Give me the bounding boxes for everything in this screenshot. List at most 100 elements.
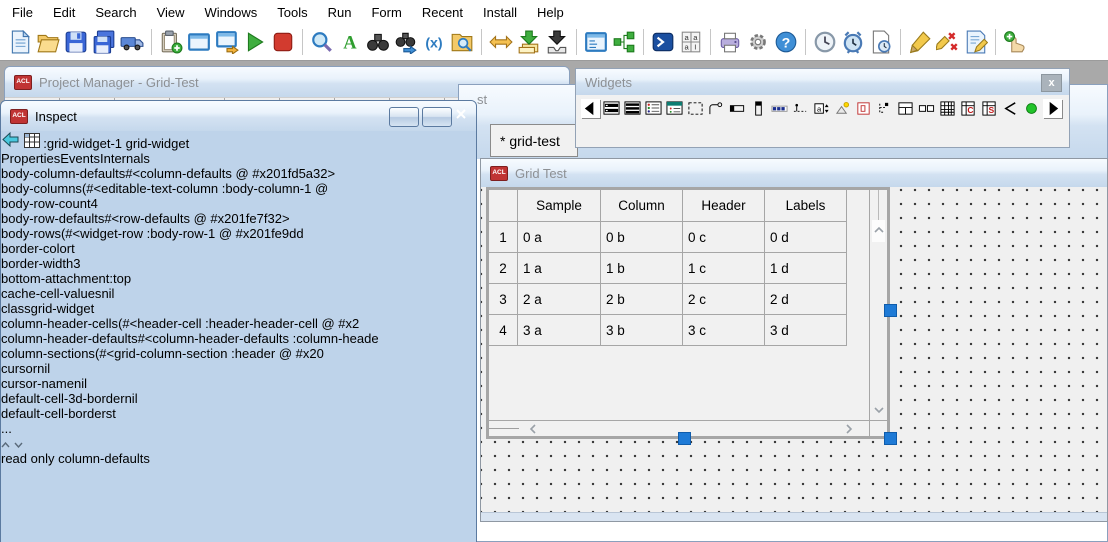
property-name[interactable]: border-color [1,241,71,256]
grid-cell[interactable]: 0 a [518,222,601,253]
clone-form-button[interactable] [213,28,241,56]
property-value[interactable]: nil [125,391,138,406]
grid-cell[interactable]: 1 d [765,253,847,284]
alarm-button[interactable] [839,28,867,56]
progress-indicator-icon[interactable] [770,99,789,118]
property-name[interactable]: cursor [1,361,37,376]
radio-lamp-icon[interactable] [1022,99,1041,118]
property-value[interactable]: (#<editable-text-column :body-column-1 @ [82,181,328,196]
find-symbol-button[interactable]: (x) [420,28,448,56]
grid-row-header[interactable]: 4 [489,315,518,346]
menu-tools[interactable]: Tools [267,2,317,23]
property-row[interactable]: default-cell-3d-bordernil [1,391,476,406]
grid-cell[interactable]: 3 b [601,315,683,346]
tab-events[interactable]: Events [60,151,100,166]
menu-search[interactable]: Search [85,2,146,23]
edit-remove-button[interactable] [934,28,962,56]
property-value[interactable]: (#<widget-row :body-row-1 @ #x201fe9dd [61,226,304,241]
ellipsis-button[interactable]: ... [1,421,12,436]
selection-handle-bottom[interactable] [678,432,691,445]
comparison-icon[interactable] [1001,99,1020,118]
property-row[interactable]: default-cell-borderst [1,406,476,421]
object-selector-combobox[interactable]: :grid-widget-1 grid-widget [24,136,190,151]
property-value[interactable]: t [71,241,75,256]
options-button[interactable] [744,28,772,56]
tab-internals[interactable]: Internals [100,151,150,166]
font-button[interactable]: A [336,28,364,56]
save-all-button[interactable] [90,28,118,56]
class-browser-button[interactable] [610,28,638,56]
group-box-icon[interactable] [686,99,705,118]
menu-recent[interactable]: Recent [412,2,473,23]
property-value[interactable]: nil [37,361,50,376]
grid-cell[interactable]: 3 d [765,315,847,346]
grid-cell[interactable]: 1 c [683,253,765,284]
grid-cell[interactable]: 2 a [518,284,601,315]
search-button[interactable] [364,28,392,56]
deliver-button[interactable] [118,28,146,56]
add-hand-button[interactable] [1001,28,1029,56]
paste-new-form-button[interactable] [157,28,185,56]
print-button[interactable] [716,28,744,56]
property-value[interactable]: grid-widget [31,301,95,316]
scroll-up-button[interactable] [1,436,14,451]
property-name[interactable]: class [1,301,31,316]
save-button[interactable] [62,28,90,56]
grid-row-header[interactable]: 1 [489,222,518,253]
property-row[interactable]: border-colort [1,241,476,256]
close-button[interactable] [455,107,467,127]
edit-form-button[interactable] [962,28,990,56]
maximize-button[interactable] [422,107,452,127]
grid-cell[interactable]: 2 b [601,284,683,315]
chevron-left-icon[interactable] [527,423,539,435]
grid-cell[interactable]: 0 b [601,222,683,253]
grid-cell[interactable]: 0 c [683,222,765,253]
grid-header-icon[interactable] [665,99,684,118]
property-value[interactable]: #<column-header-defaults :column-heade [138,331,379,346]
menu-form[interactable]: Form [361,2,411,23]
grid-column-header[interactable]: Header [683,190,765,222]
split-window-icon[interactable] [896,99,915,118]
grid-row-header[interactable]: 3 [489,284,518,315]
grid-cell[interactable]: 2 c [683,284,765,315]
grid-test-titlebar[interactable]: ACL Grid Test [481,159,1107,187]
new-form-button[interactable] [185,28,213,56]
lamp-icon[interactable] [833,99,852,118]
property-value[interactable]: (#<grid-column-section :header @ #x20 [95,346,324,361]
grid-column-header[interactable]: Labels [765,190,847,222]
menu-install[interactable]: Install [473,2,527,23]
property-row[interactable]: body-column-defaults#<column-defaults @ … [1,166,476,181]
chevron-down-icon[interactable] [873,404,885,416]
property-row[interactable]: classgrid-widget [1,301,476,316]
property-name[interactable]: body-columns [1,181,82,196]
grid-column-header[interactable]: Sample [518,190,601,222]
trackbar-icon[interactable] [791,99,810,118]
window-tree-button[interactable] [582,28,610,56]
list-view-icon[interactable] [602,99,621,118]
property-name[interactable]: cursor-name [1,376,74,391]
property-value[interactable]: #<column-defaults @ #x201fd5a32> [125,166,335,181]
property-name[interactable]: body-row-defaults [1,211,104,226]
property-row[interactable]: border-width3 [1,256,476,271]
widgets-titlebar[interactable]: Widgets [576,69,1069,95]
property-row[interactable]: cursornil [1,361,476,376]
property-row[interactable]: cache-cell-valuesnil [1,286,476,301]
property-row[interactable]: body-rows(#<widget-row :body-row-1 @ #x2… [1,226,476,241]
selection-handle-corner[interactable] [884,432,897,445]
table-icon[interactable] [938,99,957,118]
console-button[interactable] [649,28,677,56]
open-folder-button[interactable] [34,28,62,56]
property-row[interactable]: body-columns(#<editable-text-column :bod… [1,181,476,196]
grid-widget[interactable]: SampleColumnHeaderLabels10 a0 b0 c0 d21 … [486,187,890,439]
chevron-right-icon[interactable] [843,423,855,435]
property-value[interactable]: nil [101,286,114,301]
property-row[interactable]: body-row-defaults#<row-defaults @ #x201f… [1,211,476,226]
widgets-close-button[interactable]: x [1041,74,1062,92]
grid-cell[interactable]: 1 b [601,253,683,284]
import-button[interactable] [515,28,543,56]
run-button[interactable] [241,28,269,56]
up-down-control-icon[interactable]: a [812,99,831,118]
menu-windows[interactable]: Windows [195,2,268,23]
property-value[interactable]: (#<header-cell :header-header-cell @ #x2 [118,316,359,331]
property-value[interactable]: :top [109,271,131,286]
